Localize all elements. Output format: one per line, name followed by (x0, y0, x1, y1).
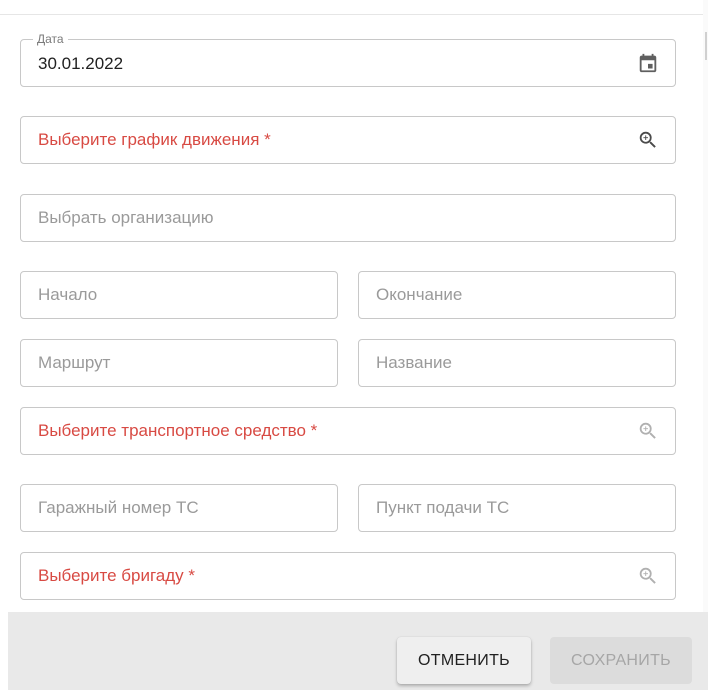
date-field[interactable]: Дата 30.01.2022 (20, 32, 676, 87)
brigade-placeholder: Выберите бригаду * (38, 566, 196, 585)
dialog-footer: ОТМЕНИТЬ СОХРАНИТЬ (8, 612, 708, 690)
vehicle-field[interactable]: Выберите транспортное средство * (20, 407, 676, 455)
zoom-in-icon[interactable] (637, 420, 659, 442)
scrollbar-thumb[interactable] (705, 32, 707, 60)
schedule-placeholder: Выберите график движения * (38, 130, 271, 149)
calendar-icon[interactable] (637, 52, 659, 74)
start-placeholder: Начало (38, 285, 98, 304)
end-placeholder: Окончание (376, 285, 463, 304)
date-label: Дата (33, 32, 68, 46)
top-divider (0, 14, 708, 15)
schedule-field[interactable]: Выберите график движения * (20, 116, 676, 164)
name-placeholder: Название (376, 353, 452, 372)
date-value: 30.01.2022 (38, 54, 124, 73)
garage-number-field[interactable]: Гаражный номер ТС (20, 484, 338, 532)
cancel-button[interactable]: ОТМЕНИТЬ (397, 637, 531, 684)
brigade-field[interactable]: Выберите бригаду * (20, 552, 676, 600)
start-field[interactable]: Начало (20, 271, 338, 319)
vehicle-placeholder: Выберите транспортное средство * (38, 421, 318, 440)
dispatch-point-placeholder: Пункт подачи ТС (376, 498, 510, 517)
organization-placeholder: Выбрать организацию (38, 208, 214, 227)
dispatch-point-field[interactable]: Пункт подачи ТС (358, 484, 676, 532)
zoom-in-icon[interactable] (637, 565, 659, 587)
route-placeholder: Маршрут (38, 353, 111, 372)
route-field[interactable]: Маршрут (20, 339, 338, 387)
end-field[interactable]: Окончание (358, 271, 676, 319)
name-field[interactable]: Название (358, 339, 676, 387)
zoom-in-icon[interactable] (637, 129, 659, 151)
scrollbar[interactable] (703, 0, 708, 612)
save-button[interactable]: СОХРАНИТЬ (550, 637, 692, 684)
organization-field[interactable]: Выбрать организацию (20, 194, 676, 242)
garage-number-placeholder: Гаражный номер ТС (38, 498, 199, 517)
